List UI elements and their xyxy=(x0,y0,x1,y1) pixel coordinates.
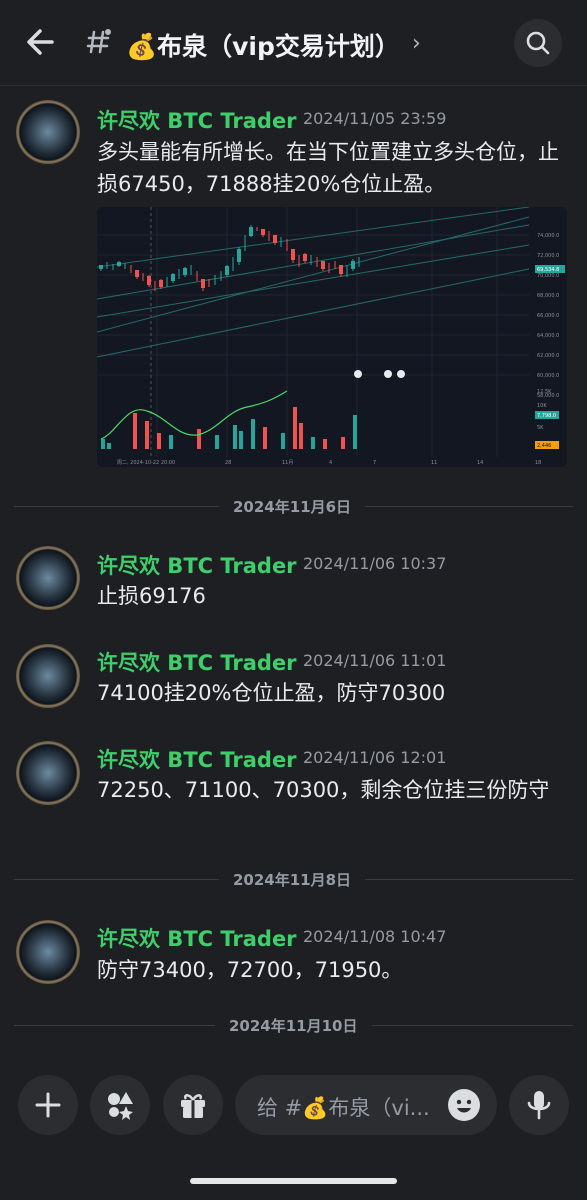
avatar[interactable] xyxy=(16,546,80,610)
price-axis-label: 62,000.0 xyxy=(537,353,559,359)
channel-hash-icon xyxy=(86,26,112,56)
time-axis-label: 11月 xyxy=(282,460,293,466)
message-author[interactable]: 许尽欢 BTC Trader xyxy=(97,923,297,953)
trading-chart: 74,000.0 72,000.0 70,000.0 68,000.0 66,0… xyxy=(97,207,567,467)
volume-axis-label: 10K xyxy=(537,403,547,409)
microphone-icon xyxy=(527,1091,551,1120)
volume-badge: 7,798.0 xyxy=(537,413,556,419)
search-icon xyxy=(526,31,550,55)
message-timestamp: 2024/11/06 11:01 xyxy=(303,651,447,670)
channel-title[interactable]: 💰布泉（vip交易计划） xyxy=(126,27,400,63)
price-axis-label: 60,000.0 xyxy=(537,373,559,379)
add-attachment-button[interactable] xyxy=(18,1075,78,1135)
message-content: 止损69176 xyxy=(97,584,206,608)
price-axis-label: 70,000.0 xyxy=(537,273,559,279)
channel-header: 💰布泉（vip交易计划） › xyxy=(0,0,587,86)
apps-button[interactable] xyxy=(90,1075,150,1135)
voice-message-button[interactable] xyxy=(509,1075,569,1135)
current-price-badge: 69,534.8 xyxy=(537,267,559,273)
message-content: 多头量能有所增长。在当下位置建立多头仓位，止损67450，71888挂20%仓位… xyxy=(97,140,559,196)
avatar[interactable] xyxy=(16,920,80,984)
message-input[interactable]: 给 #💰布泉（vi... xyxy=(235,1075,497,1135)
price-axis-label: 74,000.0 xyxy=(537,233,559,239)
search-button[interactable] xyxy=(514,19,562,67)
home-indicator xyxy=(190,1178,397,1184)
emoji-icon[interactable] xyxy=(448,1089,480,1121)
avatar[interactable] xyxy=(16,741,80,805)
gift-icon xyxy=(181,1094,205,1118)
date-divider-label: 2024年11月10日 xyxy=(215,1015,372,1036)
date-divider-label: 2024年11月8日 xyxy=(219,869,366,890)
time-axis-label: 周二, 2024-10-22 20:00 xyxy=(117,460,175,466)
message-input-placeholder: 给 #💰布泉（vi... xyxy=(257,1096,430,1120)
time-axis-label: 7 xyxy=(373,460,376,466)
message-author[interactable]: 许尽欢 BTC Trader xyxy=(97,647,297,677)
price-axis-label: 68,000.0 xyxy=(537,293,559,299)
message-author[interactable]: 许尽欢 BTC Trader xyxy=(97,105,297,135)
volume-axis-label: 5K xyxy=(537,425,544,431)
time-axis-label: 4 xyxy=(329,460,332,466)
message-author[interactable]: 许尽欢 BTC Trader xyxy=(97,744,297,774)
message-content: 72250、71100、70300，剩余仓位挂三份防守 xyxy=(97,778,550,802)
chart-image-attachment[interactable]: 74,000.0 72,000.0 70,000.0 68,000.0 66,0… xyxy=(97,207,567,467)
avatar[interactable] xyxy=(16,100,80,164)
back-arrow-icon[interactable] xyxy=(22,24,62,60)
message-timestamp: 2024/11/05 23:59 xyxy=(303,109,447,128)
price-axis-label: 66,000.0 xyxy=(537,313,559,319)
indicator-badge: 2,446 xyxy=(537,443,551,449)
time-axis-label: 11 xyxy=(431,460,437,466)
volume-axis-label: 12.5K xyxy=(537,389,552,395)
avatar[interactable] xyxy=(16,644,80,708)
time-axis-label: 14 xyxy=(477,460,483,466)
apps-icon xyxy=(108,1092,133,1120)
time-axis-label: 18 xyxy=(535,460,541,466)
time-axis-label: 28 xyxy=(225,460,231,466)
chevron-right-icon[interactable]: › xyxy=(412,31,421,56)
message-content: 防守73400，72700，71950。 xyxy=(97,958,403,982)
message-timestamp: 2024/11/08 10:47 xyxy=(303,927,447,946)
message-timestamp: 2024/11/06 12:01 xyxy=(303,748,447,767)
price-axis-label: 64,000.0 xyxy=(537,333,559,339)
message-timestamp: 2024/11/06 10:37 xyxy=(303,554,447,573)
price-axis-label: 72,000.0 xyxy=(537,253,559,259)
message-author[interactable]: 许尽欢 BTC Trader xyxy=(97,550,297,580)
message-content: 74100挂20%仓位止盈，防守70300 xyxy=(97,681,446,705)
plus-icon xyxy=(35,1092,61,1118)
gift-button[interactable] xyxy=(163,1075,223,1135)
date-divider-label: 2024年11月6日 xyxy=(219,496,366,517)
